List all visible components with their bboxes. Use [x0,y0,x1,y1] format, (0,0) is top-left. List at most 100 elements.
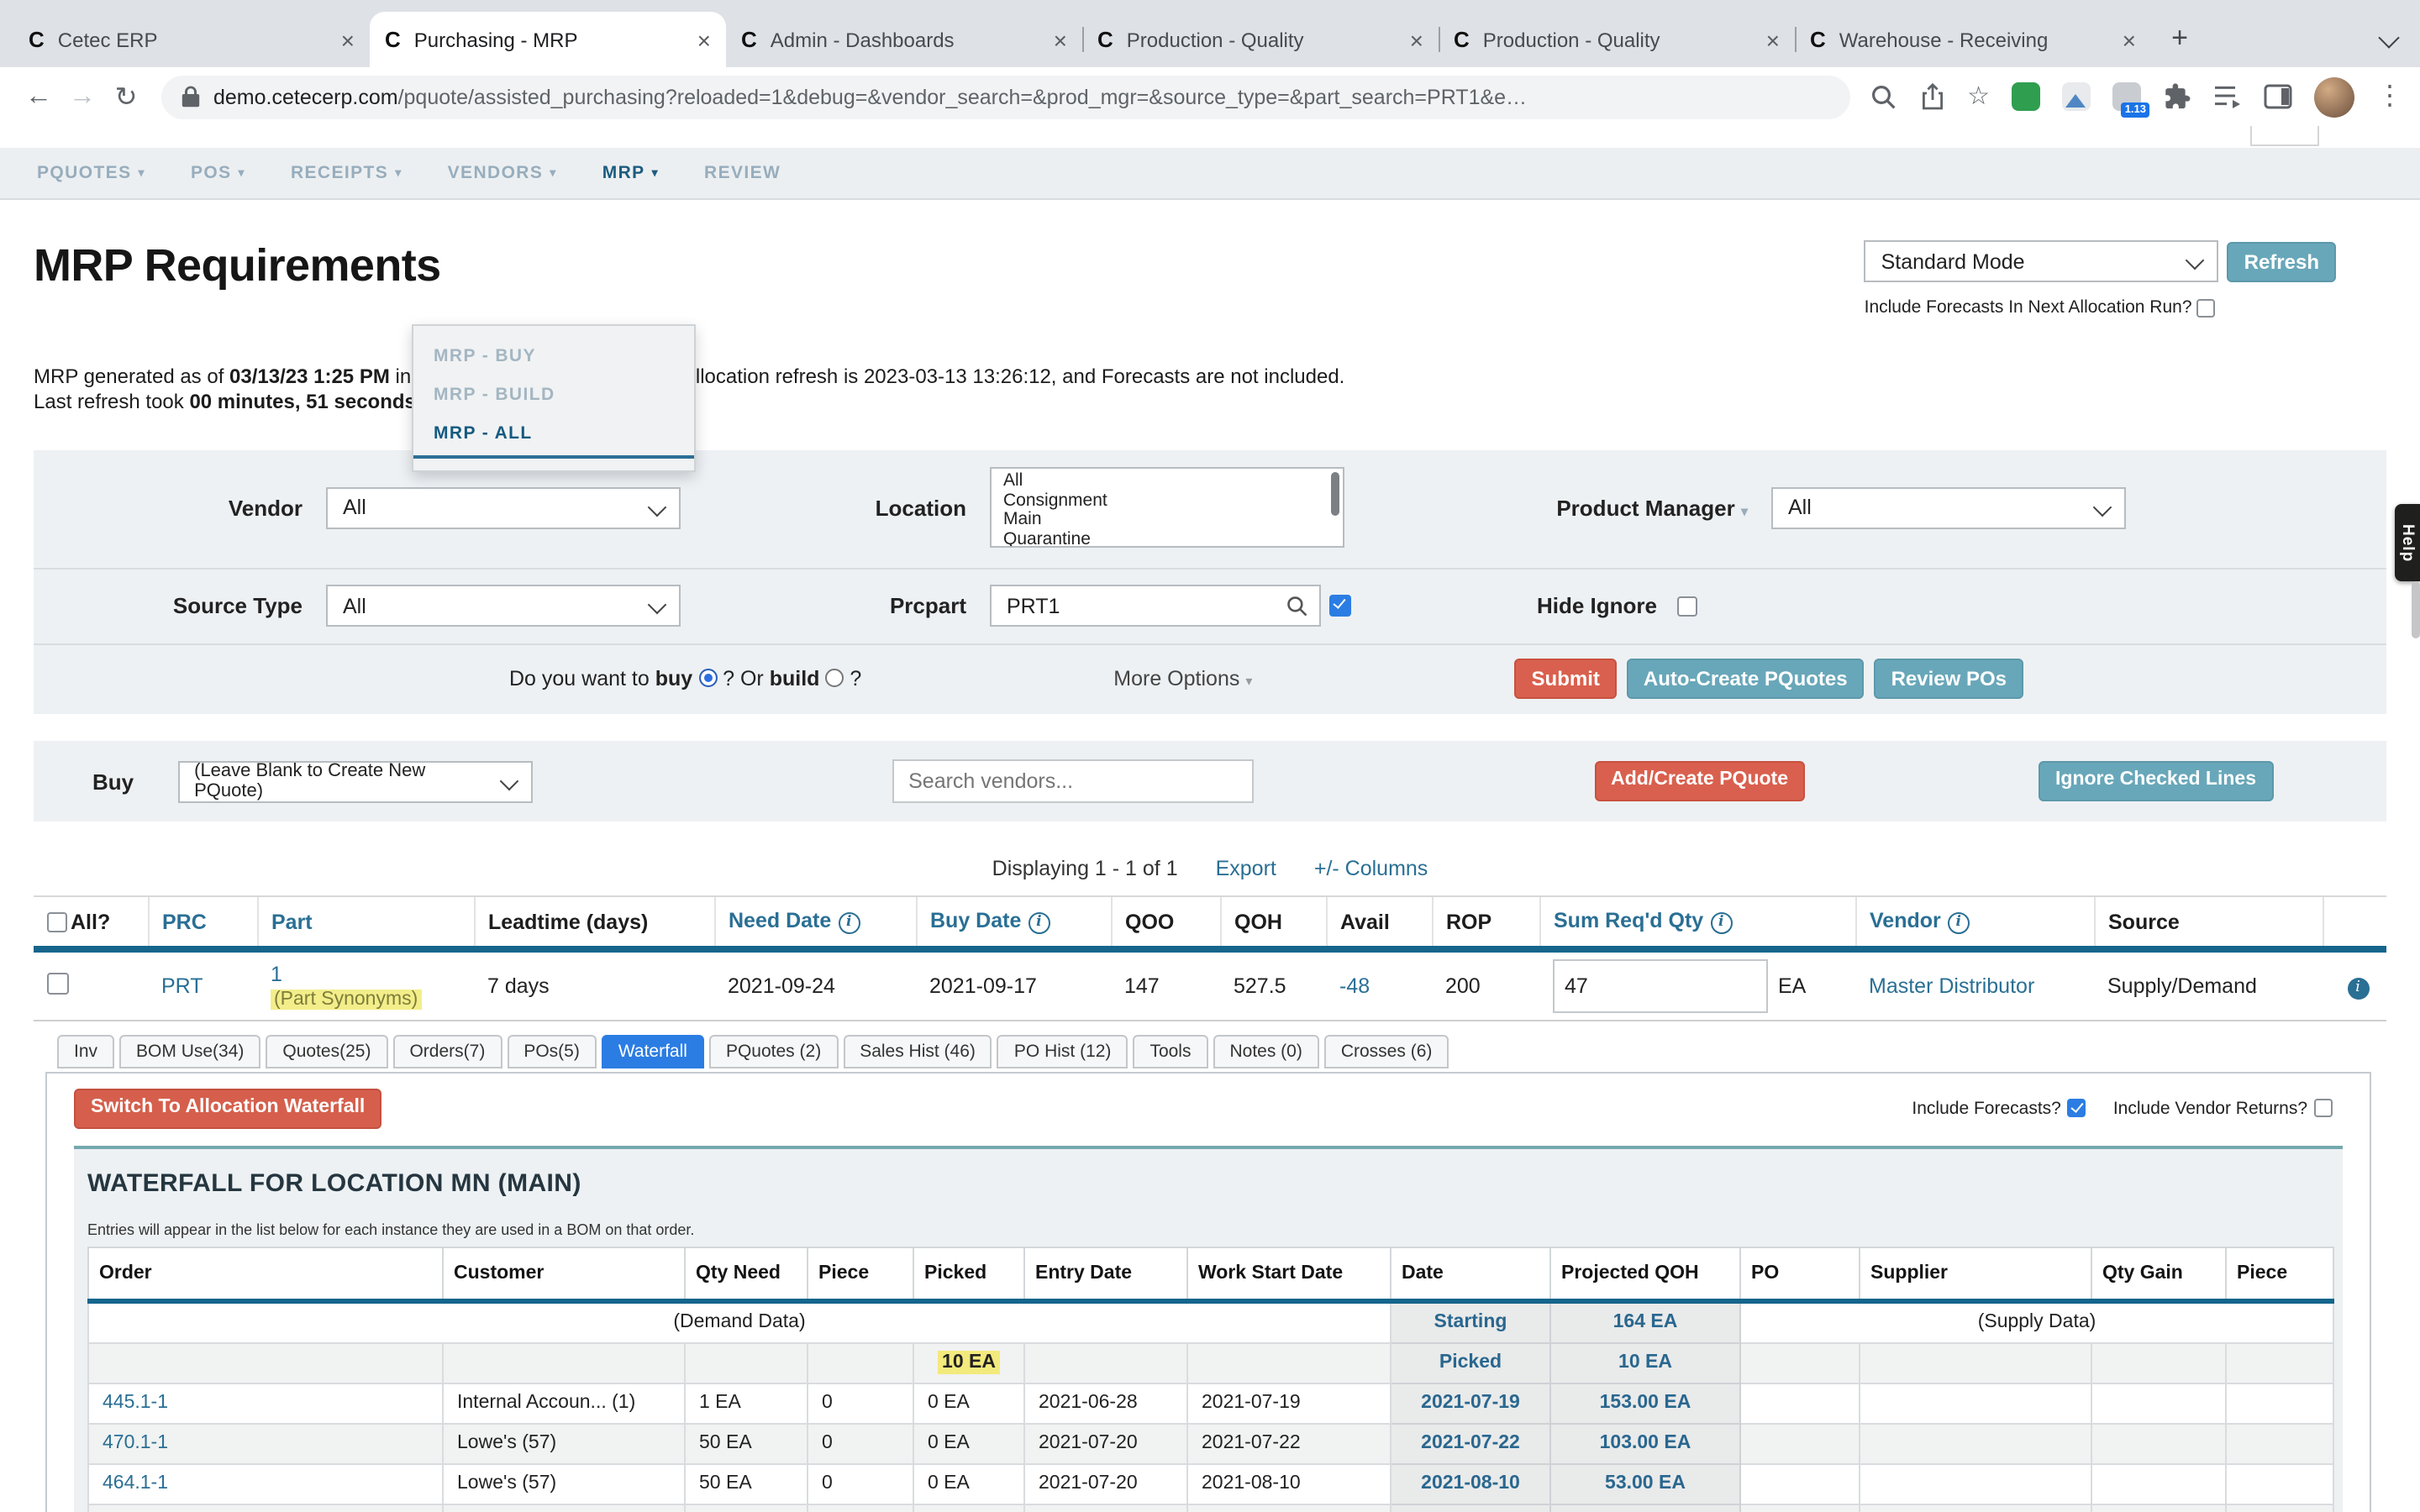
dropdown-item[interactable]: MRP - BUILD [413,375,694,413]
wf-cell-date[interactable]: Picked [1391,1342,1550,1383]
location-listbox[interactable]: AllConsignmentMainQuarantine [990,467,1344,548]
subtab-notes-0-[interactable]: Notes (0) [1213,1035,1318,1068]
help-tab[interactable]: Help [2395,504,2420,581]
order-link[interactable]: 470.1-1 [103,1433,168,1453]
order-link[interactable]: 464.1-1 [103,1473,168,1494]
location-option[interactable]: Quarantine [1003,530,1343,548]
include-vendor-returns-checkbox[interactable] [2314,1100,2333,1118]
info-icon[interactable]: i [1948,912,1970,934]
mode-select[interactable]: Standard Mode [1865,240,2219,282]
waterfall-column-header[interactable]: Supplier [1860,1247,2091,1300]
row-info-icon[interactable]: i [2347,978,2369,1000]
profile-avatar[interactable] [2314,76,2354,117]
subtab-quotes-25-[interactable]: Quotes(25) [266,1035,387,1068]
subtab-pos-5-[interactable]: POs(5) [507,1035,597,1068]
info-icon[interactable]: i [1028,912,1050,934]
prcpart-input[interactable]: PRT1 [990,585,1321,627]
reload-icon[interactable]: ↻ [104,80,148,113]
menu-kebab-icon[interactable]: ⋮ [2376,83,2403,110]
vendor-select[interactable]: All [326,486,681,528]
include-forecasts-next-run-checkbox[interactable] [2197,298,2216,317]
nav-item-pos[interactable]: POS▾ [191,163,245,183]
browser-tab[interactable]: CPurchasing - MRP× [370,12,726,67]
select-all-checkbox[interactable] [47,911,67,932]
info-icon[interactable]: i [1710,912,1732,934]
forward-icon[interactable]: → [60,81,104,112]
dropdown-item[interactable]: MRP - BUY [413,336,694,375]
tab-close-icon[interactable]: × [341,26,355,53]
extension-icon-1[interactable] [2012,82,2040,111]
nav-item-vendors[interactable]: VENDORS▾ [448,163,557,183]
waterfall-column-header[interactable]: Date [1391,1247,1550,1300]
listbox-scrollbar[interactable] [1331,472,1339,516]
wf-cell-date[interactable]: 2021-08-10 [1391,1463,1550,1504]
dropdown-item[interactable]: MRP - ALL [413,413,694,459]
subtab-po-hist-12-[interactable]: PO Hist (12) [997,1035,1128,1068]
subtab-orders-7-[interactable]: Orders(7) [392,1035,502,1068]
vendor-link[interactable]: Master Distributor [1869,974,2034,998]
part-synonyms-badge[interactable]: (Part Synonyms) [271,990,421,1010]
wf-cell-date[interactable]: 2021-07-19 [1391,1383,1550,1423]
address-bar[interactable]: demo.cetecerp.com/pquote/assisted_purcha… [161,75,1849,118]
tab-search-chevron-icon[interactable] [2378,27,2399,48]
info-icon[interactable]: i [838,912,860,934]
extension-icon-2[interactable] [2062,82,2091,111]
column-header[interactable]: Need Datei [714,896,916,949]
column-header[interactable]: Sum Req'd Qtyi [1539,896,1855,949]
location-option[interactable]: Consignment [1003,491,1343,511]
page-scrollbar[interactable] [2412,581,2420,638]
ignore-checked-lines-button[interactable]: Ignore Checked Lines [2039,762,2273,801]
buy-radio[interactable] [698,669,717,687]
browser-tab[interactable]: CProduction - Quality× [1082,12,1439,67]
side-panel-icon[interactable] [2264,84,2292,109]
nav-item-mrp[interactable]: MRP▾ [602,163,659,183]
waterfall-column-header[interactable]: Qty Gain [2091,1247,2226,1300]
nav-item-pquotes[interactable]: PQUOTES▾ [37,163,145,183]
tab-queue-icon[interactable] [2213,84,2242,109]
extension-icon-3[interactable]: 1.13 [2112,82,2141,111]
browser-tab[interactable]: CWarehouse - Receiving× [1795,12,2151,67]
tab-close-icon[interactable]: × [1054,26,1067,53]
zoom-icon[interactable] [1870,83,1897,110]
browser-tab[interactable]: CProduction - Quality× [1439,12,1795,67]
waterfall-column-header[interactable]: Picked [913,1247,1024,1300]
submit-button[interactable]: Submit [1515,659,1617,699]
product-manager-select[interactable]: All [1771,486,2126,528]
tab-close-icon[interactable]: × [1410,26,1423,53]
extensions-puzzle-icon[interactable] [2163,82,2191,111]
switch-allocation-waterfall-button[interactable]: Switch To Allocation Waterfall [74,1089,381,1128]
tab-close-icon[interactable]: × [697,26,711,53]
subtab-crosses-6-[interactable]: Crosses (6) [1324,1035,1449,1068]
new-tab-button[interactable]: + [2158,17,2202,60]
location-option[interactable]: Main [1003,511,1343,530]
browser-tab[interactable]: CCetec ERP× [13,12,370,67]
waterfall-column-header[interactable]: PO [1740,1247,1860,1300]
waterfall-column-header[interactable]: Order [88,1247,443,1300]
back-icon[interactable]: ← [17,81,60,112]
browser-tab[interactable]: CAdmin - Dashboards× [726,12,1082,67]
waterfall-column-header[interactable]: Qty Need [685,1247,808,1300]
add-create-pquote-button[interactable]: Add/Create PQuote [1594,762,1805,801]
columns-link[interactable]: +/- Columns [1314,857,1428,880]
row-select-checkbox[interactable] [47,973,69,995]
column-header[interactable]: Vendori [1855,896,2094,949]
waterfall-column-header[interactable]: Work Start Date [1187,1247,1391,1300]
export-link[interactable]: Export [1216,857,1276,880]
build-radio[interactable] [825,669,844,687]
pquote-select[interactable]: (Leave Blank to Create New PQuote) [177,760,532,802]
nav-item-receipts[interactable]: RECEIPTS▾ [291,163,402,183]
vendor-search-input[interactable] [892,759,1253,803]
waterfall-column-header[interactable]: Customer [443,1247,685,1300]
share-icon[interactable] [1918,82,1945,111]
column-header[interactable]: Buy Datei [916,896,1111,949]
column-header[interactable]: PRC [148,896,257,949]
location-option[interactable]: All [1003,472,1343,491]
refresh-button[interactable]: Refresh [2228,241,2336,281]
prc-link[interactable]: PRT [161,974,203,998]
part-search-icon[interactable] [1286,595,1309,618]
subtab-waterfall[interactable]: Waterfall [602,1035,704,1068]
subtab-pquotes-2-[interactable]: PQuotes (2) [709,1035,838,1068]
subtab-tools[interactable]: Tools [1133,1035,1207,1068]
waterfall-column-header[interactable]: Piece [2226,1247,2333,1300]
wf-cell-date[interactable]: 2021-07-22 [1391,1423,1550,1463]
